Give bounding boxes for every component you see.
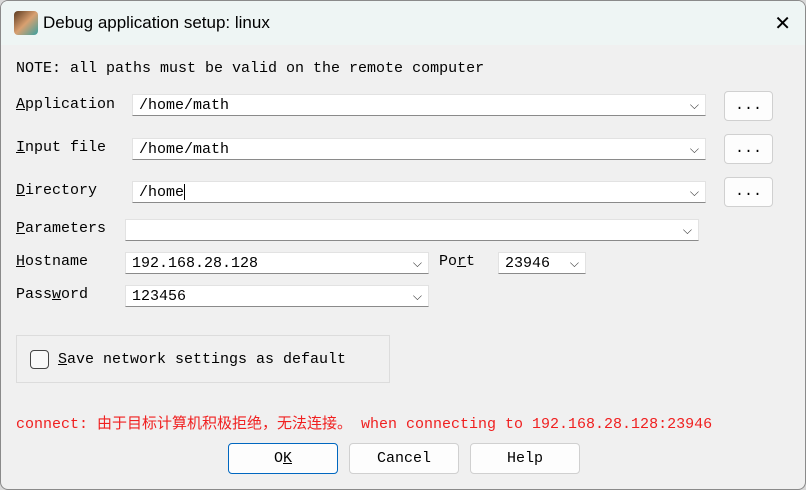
title-bar: Debug application setup: linux ✕ bbox=[1, 1, 805, 45]
dialog-title: Debug application setup: linux bbox=[43, 13, 270, 32]
app-icon bbox=[14, 11, 38, 35]
chevron-down-icon[interactable]: ⌵ bbox=[413, 256, 422, 271]
chevron-down-icon[interactable]: ⌵ bbox=[683, 223, 692, 238]
input-file-label: Input file bbox=[16, 139, 107, 156]
browse-directory-button[interactable]: ... bbox=[724, 177, 773, 207]
application-combo[interactable]: /home/math ⌵ bbox=[132, 94, 706, 116]
parameters-combo[interactable]: ⌵ bbox=[125, 219, 699, 241]
password-label: Password bbox=[16, 286, 89, 303]
directory-combo[interactable]: /home ⌵ bbox=[132, 181, 706, 203]
hostname-combo[interactable]: 192.168.28.128 ⌵ bbox=[125, 252, 429, 274]
save-default-label[interactable]: Save network settings as default bbox=[58, 351, 346, 368]
input-file-combo[interactable]: /home/math ⌵ bbox=[132, 138, 706, 160]
chevron-down-icon[interactable]: ⌵ bbox=[690, 142, 699, 157]
chevron-down-icon[interactable]: ⌵ bbox=[690, 98, 699, 113]
chevron-down-icon[interactable]: ⌵ bbox=[570, 256, 579, 271]
ok-button[interactable]: OK bbox=[228, 443, 338, 474]
browse-input-file-button[interactable]: ... bbox=[724, 134, 773, 164]
chevron-down-icon[interactable]: ⌵ bbox=[413, 289, 422, 304]
browse-application-button[interactable]: ... bbox=[724, 91, 773, 121]
text-caret bbox=[184, 184, 186, 201]
note-text: NOTE: all paths must be valid on the rem… bbox=[16, 60, 485, 77]
application-label: Application bbox=[16, 96, 116, 113]
error-message: connect: 由于目标计算机积极拒绝，无法连接。 when connecti… bbox=[16, 416, 713, 433]
debug-setup-dialog: Debug application setup: linux ✕ NOTE: a… bbox=[0, 0, 806, 490]
port-label: Port bbox=[439, 253, 476, 270]
directory-label: Directory bbox=[16, 182, 98, 199]
parameters-label: Parameters bbox=[16, 220, 107, 237]
help-button[interactable]: Help bbox=[470, 443, 580, 474]
save-default-checkbox[interactable] bbox=[30, 350, 49, 369]
hostname-label: Hostname bbox=[16, 253, 89, 270]
port-combo[interactable]: 23946 ⌵ bbox=[498, 252, 586, 274]
cancel-button[interactable]: Cancel bbox=[349, 443, 459, 474]
close-icon[interactable]: ✕ bbox=[774, 11, 791, 35]
password-combo[interactable]: 123456 ⌵ bbox=[125, 285, 429, 307]
chevron-down-icon[interactable]: ⌵ bbox=[690, 185, 699, 200]
